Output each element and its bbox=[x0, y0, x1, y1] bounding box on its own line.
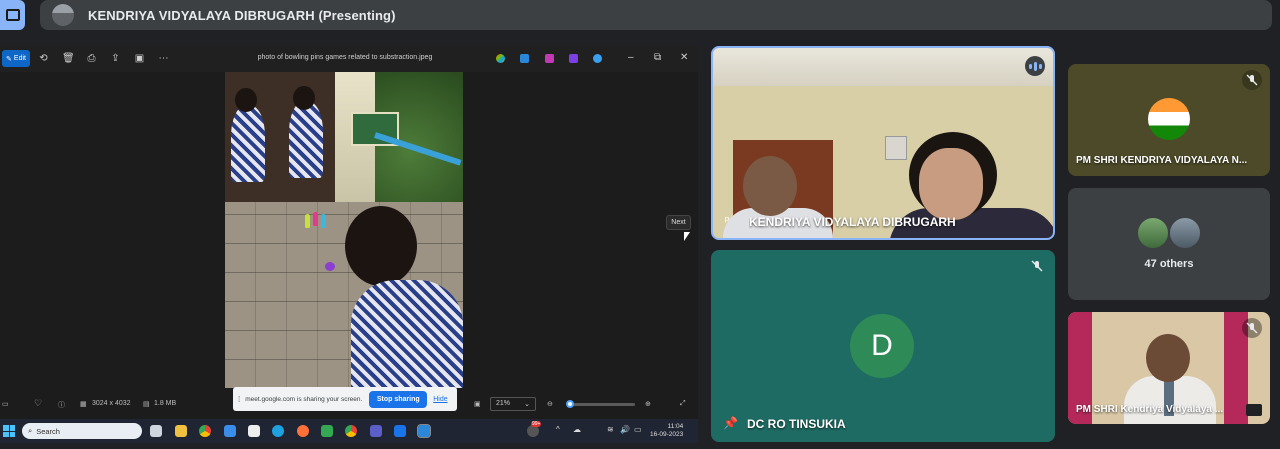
rotate-icon[interactable]: ⟲ bbox=[38, 53, 49, 64]
tray-chevron-icon[interactable]: ^ bbox=[556, 425, 560, 434]
pin-icon[interactable]: 📌 bbox=[723, 416, 738, 430]
speaking-indicator-icon bbox=[1025, 56, 1045, 76]
participant-name: KENDRIYA VIDYALAYA DIBRUGARH bbox=[749, 215, 956, 229]
pin-icon[interactable]: ᴾ bbox=[725, 216, 730, 228]
designer-icon[interactable] bbox=[520, 54, 529, 63]
screen-share-banner: ⁞ meet.google.com is sharing your screen… bbox=[233, 387, 457, 411]
clipchamp-icon[interactable] bbox=[545, 54, 554, 63]
copilot-icon[interactable] bbox=[496, 54, 505, 63]
file-size-icon: ▤ bbox=[143, 401, 150, 408]
fullscreen-icon[interactable]: ⤢ bbox=[680, 400, 686, 408]
edit-button[interactable]: ✎ Edit bbox=[2, 50, 30, 67]
edit-icon: ✎ bbox=[6, 55, 12, 63]
zoom-in-icon[interactable]: ⊕ bbox=[645, 400, 651, 408]
windows-start-icon[interactable] bbox=[3, 425, 15, 437]
others-count: 47 others bbox=[1144, 258, 1194, 270]
file-explorer-icon[interactable] bbox=[175, 425, 187, 437]
chrome-icon[interactable] bbox=[199, 425, 211, 437]
zoom-out-icon[interactable]: ⊖ bbox=[547, 400, 553, 408]
editor-icon[interactable] bbox=[569, 54, 578, 63]
presenter-banner: KENDRIYA VIDYALAYA DIBRUGARH (Presenting… bbox=[40, 0, 1272, 30]
cloud-icon[interactable]: ☁ bbox=[573, 425, 581, 434]
avatar: D bbox=[850, 314, 914, 378]
mic-off-icon bbox=[1242, 70, 1262, 90]
shared-screen: ✎ Edit ⟲ 🗑 ⎙ ⇪ ▣ ⋯ photo of bowling pins… bbox=[0, 46, 698, 443]
file-size: 1.8 MB bbox=[154, 400, 177, 407]
clock-time: 11:04 bbox=[667, 423, 684, 430]
others-tile[interactable]: 47 others bbox=[1068, 188, 1270, 300]
taskbar-search[interactable]: ⌕ Search bbox=[22, 423, 142, 439]
teams-icon[interactable] bbox=[370, 425, 382, 437]
maximize-icon[interactable]: ⧉ bbox=[654, 52, 661, 63]
crop-icon[interactable]: ▣ bbox=[134, 53, 145, 64]
more-icon[interactable]: ⋯ bbox=[158, 53, 169, 64]
avatar bbox=[1148, 98, 1190, 140]
outlook-icon[interactable] bbox=[394, 425, 406, 437]
participant-tile-pm-shri-kv-n[interactable]: PM SHRI KENDRIYA VIDYALAYA N... bbox=[1068, 64, 1270, 176]
mic-off-icon bbox=[1242, 318, 1262, 338]
stop-sharing-button[interactable]: Stop sharing bbox=[369, 390, 428, 408]
fit-icon[interactable]: ▣ bbox=[474, 400, 481, 408]
layout-icon bbox=[5, 9, 20, 21]
zoom-level: 21% bbox=[496, 400, 511, 407]
volume-icon[interactable]: 🔊 bbox=[620, 425, 630, 434]
zoom-select[interactable]: 21% ⌄ bbox=[490, 397, 536, 411]
delete-icon[interactable]: 🗑 bbox=[62, 53, 75, 64]
chevron-down-icon: ⌄ bbox=[524, 401, 530, 408]
participant-name: PM SHRI KENDRIYA VIDYALAYA N... bbox=[1076, 155, 1248, 166]
top-bar: KENDRIYA VIDYALAYA DIBRUGARH (Presenting… bbox=[0, 0, 1280, 34]
mouse-cursor-icon bbox=[684, 232, 690, 241]
task-view-icon[interactable] bbox=[150, 425, 162, 437]
print-icon[interactable]: ⎙ bbox=[86, 53, 97, 64]
firefox-icon[interactable] bbox=[297, 425, 309, 437]
wifi-icon[interactable]: ≋ bbox=[607, 425, 614, 434]
clock-date: 16-09-2023 bbox=[650, 431, 684, 438]
image-dimensions: 3024 x 4032 bbox=[92, 400, 131, 407]
layout-toggle-button[interactable] bbox=[0, 0, 25, 30]
participant-tile-pm-shri-kendriya-vidyalaya[interactable]: PM SHRI Kendriya Vidyalaya ... bbox=[1068, 312, 1270, 424]
file-title: photo of bowling pins games related to s… bbox=[257, 54, 433, 61]
app-icon-green[interactable] bbox=[321, 425, 333, 437]
dimensions-icon: ▦ bbox=[80, 401, 87, 408]
share-message: meet.google.com is sharing your screen. bbox=[245, 395, 363, 403]
search-placeholder: Search bbox=[36, 426, 60, 436]
hide-banner-link[interactable]: Hide bbox=[433, 396, 447, 403]
avatar bbox=[1136, 216, 1170, 250]
photos-toolbar: ✎ Edit ⟲ 🗑 ⎙ ⇪ ▣ ⋯ photo of bowling pins… bbox=[0, 46, 698, 72]
windows-taskbar: ⌕ Search 99+ ^ ☁ ≋ 🔊 ▭ 11:04 16-09-2023 bbox=[0, 419, 698, 443]
close-icon[interactable]: ✕ bbox=[680, 52, 688, 63]
participant-tile-dc-ro-tinsukia[interactable]: D 📌 DC RO TINSUKIA bbox=[711, 250, 1055, 442]
info-icon[interactable]: ⓘ bbox=[58, 400, 65, 410]
mic-off-icon bbox=[1027, 256, 1047, 276]
avatar bbox=[1168, 216, 1202, 250]
drag-handle-icon[interactable]: ⁞ bbox=[238, 395, 240, 404]
search-icon: ⌕ bbox=[28, 426, 33, 435]
battery-icon[interactable]: ▭ bbox=[634, 425, 642, 434]
edit-button-label: Edit bbox=[13, 55, 26, 62]
presenter-avatar bbox=[52, 4, 74, 26]
minimize-icon[interactable]: – bbox=[628, 52, 634, 63]
participant-tile-kv-dibrugarh[interactable]: ᴾ KENDRIYA VIDYALAYA DIBRUGARH bbox=[711, 46, 1055, 240]
share-icon[interactable]: ⇪ bbox=[110, 53, 121, 64]
copilot-app-icon[interactable] bbox=[224, 425, 236, 437]
participant-name: DC RO TINSUKIA bbox=[747, 417, 846, 431]
taskbar-clock[interactable]: 11:04 16-09-2023 bbox=[650, 423, 683, 439]
next-tooltip: Next bbox=[666, 215, 691, 230]
zoom-slider[interactable] bbox=[566, 400, 635, 408]
store-icon[interactable] bbox=[248, 425, 260, 437]
photos-app-icon[interactable] bbox=[417, 424, 431, 438]
presenter-title: KENDRIYA VIDYALAYA DIBRUGARH (Presenting… bbox=[88, 7, 396, 23]
presenting-screen-icon bbox=[1246, 404, 1262, 416]
edge-icon[interactable] bbox=[272, 425, 284, 437]
onedrive-icon[interactable] bbox=[593, 54, 602, 63]
photo-preview bbox=[225, 72, 463, 388]
notification-badge: 99+ bbox=[531, 421, 542, 427]
favorite-icon[interactable]: ♡ bbox=[34, 398, 42, 409]
chrome-profile-icon[interactable] bbox=[345, 425, 357, 437]
participant-name: PM SHRI Kendriya Vidyalaya ... bbox=[1076, 404, 1224, 415]
filmstrip-icon[interactable]: ▭ bbox=[2, 400, 9, 408]
